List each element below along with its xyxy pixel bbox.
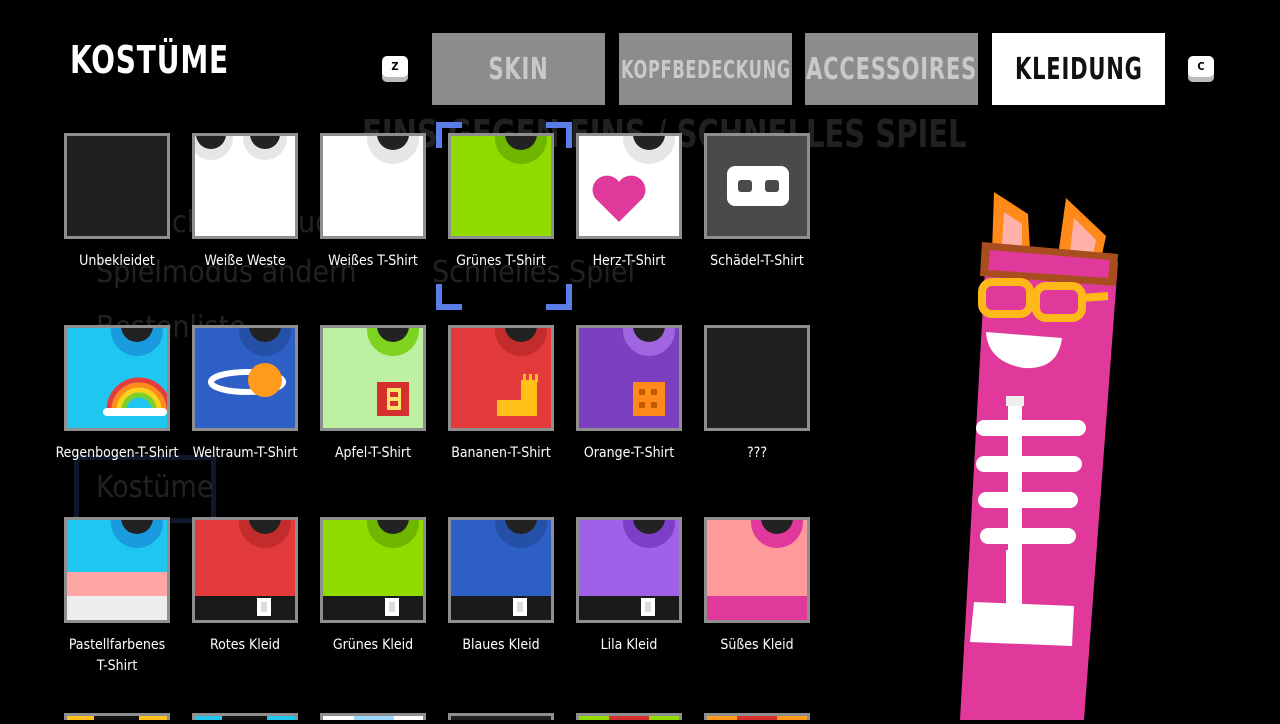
costume-item-weisses-tshirt[interactable]: Weißes T-Shirt: [320, 133, 426, 269]
costume-row-partial: [64, 709, 814, 720]
character-pelvis: [970, 602, 1074, 646]
key-hint-c-label: C: [1197, 59, 1205, 73]
costume-item-rotes-kleid[interactable]: Rotes Kleid: [192, 517, 298, 653]
orange-tshirt-icon: [576, 325, 682, 431]
key-hint-z: Z: [382, 56, 408, 82]
costume-item-weltraum-tshirt[interactable]: Weltraum-T-Shirt: [192, 325, 298, 461]
tab-kleidung-label: KLEIDUNG: [1014, 51, 1143, 87]
background-menu-item: Kostüme: [96, 470, 214, 505]
green-tshirt-icon: [448, 133, 554, 239]
costume-item-pastell-tshirt[interactable]: Pastellfarbenes T-Shirt: [64, 517, 170, 674]
background-selection-bracket: [74, 455, 216, 523]
costume-item-regenbogen-tshirt[interactable]: Regenbogen-T-Shirt: [56, 325, 178, 461]
costume-item-label: Süßes Kleid: [720, 637, 794, 653]
costume-item-lila-kleid[interactable]: Lila Kleid: [576, 517, 682, 653]
character-body: [960, 250, 1118, 720]
heart-tshirt-icon: [576, 133, 682, 239]
costume-item-suesses-kleid[interactable]: Süßes Kleid: [704, 517, 810, 653]
page-title: KOSTÜME: [70, 38, 230, 82]
pastel-tshirt-icon: [64, 517, 170, 623]
green-dress-icon: [320, 517, 426, 623]
costume-item-unbekleidet[interactable]: Unbekleidet: [64, 133, 170, 269]
tab-kopfbedeckung[interactable]: KOPFBEDECKUNG: [619, 33, 792, 105]
banana-tshirt-icon: [448, 325, 554, 431]
costume-item-label: Schädel-T-Shirt: [710, 253, 804, 269]
costume-item-blaues-kleid[interactable]: Blaues Kleid: [448, 517, 554, 653]
apple-tshirt-icon: [320, 325, 426, 431]
selection-corner: [546, 122, 572, 148]
costume-item-bananen-tshirt[interactable]: Bananen-T-Shirt: [448, 325, 554, 461]
red-dress-icon: [192, 517, 298, 623]
skull-tshirt-icon: [704, 133, 810, 239]
white-tshirt-icon: [320, 133, 426, 239]
blue-dress-icon: [448, 517, 554, 623]
costume-item-orange-tshirt[interactable]: Orange-T-Shirt: [576, 325, 682, 461]
selection-corner: [546, 284, 572, 310]
selection-corner: [436, 122, 462, 148]
empty-shirt-icon: [64, 133, 170, 239]
costume-item-label: ???: [746, 445, 768, 461]
tab-kleidung[interactable]: KLEIDUNG: [992, 33, 1165, 105]
character-preview: [940, 190, 1140, 724]
rainbow-tshirt-icon: [64, 325, 170, 431]
costume-item-gruenes-tshirt[interactable]: Grünes T-Shirt: [448, 133, 554, 269]
costume-item-apfel-tshirt[interactable]: Apfel-T-Shirt: [320, 325, 426, 461]
costume-item-herz-tshirt[interactable]: Herz-T-Shirt: [576, 133, 682, 269]
purple-dress-icon: [576, 517, 682, 623]
tab-kopfbedeckung-label: KOPFBEDECKUNG: [620, 54, 791, 84]
key-hint-c: C: [1188, 56, 1214, 82]
costume-item-locked[interactable]: ???: [704, 325, 810, 461]
white-vest-icon: [192, 133, 298, 239]
tab-skin[interactable]: SKIN: [432, 33, 605, 105]
sweet-dress-icon: [704, 517, 810, 623]
costume-item-weisse-weste[interactable]: Weiße Weste: [192, 133, 298, 269]
tab-accessoires-label: ACCESSOIRES: [806, 51, 977, 87]
costume-item-gruenes-kleid[interactable]: Grünes Kleid: [320, 517, 426, 653]
selection-corner: [436, 284, 462, 310]
tab-skin-label: SKIN: [488, 51, 549, 87]
costume-item-label: Pastellfarbenes T-Shirt: [68, 637, 166, 674]
space-tshirt-icon: [192, 325, 298, 431]
locked-item-icon: [704, 325, 810, 431]
tab-accessoires[interactable]: ACCESSOIRES: [805, 33, 978, 105]
key-hint-z-label: Z: [391, 59, 399, 73]
costume-item-schaedel-tshirt[interactable]: Schädel-T-Shirt: [704, 133, 810, 269]
